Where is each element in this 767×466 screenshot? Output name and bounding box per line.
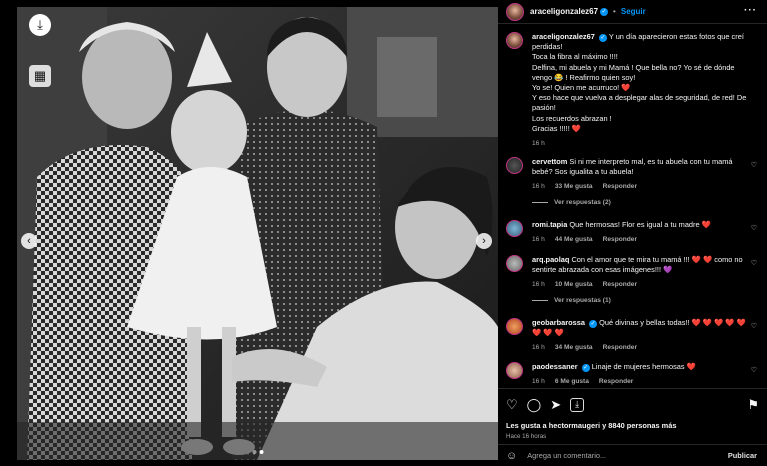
- action-bar: ♡ ◯ ➤ ⤓ ⚑ Les gusta a hectormaugeri y 88…: [498, 388, 767, 440]
- reply-button[interactable]: Responder: [603, 183, 637, 190]
- comment-text: Linaje de mujeres hermosas ❤️: [591, 362, 696, 371]
- avatar[interactable]: [506, 255, 523, 272]
- comment-time: 16 h: [532, 236, 545, 244]
- reply-button[interactable]: Responder: [603, 344, 637, 351]
- heart-icon[interactable]: ♡: [751, 224, 757, 234]
- family-photo-image: [17, 7, 498, 460]
- reply-button[interactable]: Responder: [599, 378, 633, 385]
- comment-time: 16 h: [532, 378, 545, 386]
- emoji-icon[interactable]: ☺: [506, 450, 517, 462]
- carousel-dot: [252, 450, 256, 454]
- heart-icon[interactable]: ♡: [751, 322, 757, 332]
- comment-time: 16 h: [532, 281, 545, 289]
- view-replies-button[interactable]: Ver respuestas (2): [532, 199, 611, 206]
- comment-likes[interactable]: 34 Me gusta: [555, 344, 593, 351]
- bookmark-icon[interactable]: ⚑: [747, 397, 759, 413]
- comment-time: 16 h: [532, 183, 545, 191]
- caption-line: Y eso hace que vuelva a desplegar alas d…: [532, 93, 747, 113]
- comment: arq.paolaq Con el amor que te mira tu ma…: [506, 255, 761, 291]
- caption-line: Gracias !!!!! ❤️: [532, 123, 582, 133]
- caption-time: 16 h: [532, 140, 545, 148]
- caption-line: Toca la fibra al máximo !!!!: [532, 52, 618, 62]
- more-options-icon[interactable]: ···: [744, 5, 757, 16]
- caption-line: Delfina, mi abuela y mi Mamá ! Que bella…: [532, 62, 735, 82]
- reply-button[interactable]: Responder: [603, 281, 637, 288]
- caption-line: Los recuerdos abrazan !: [532, 113, 612, 123]
- follow-button[interactable]: Seguir: [621, 7, 646, 16]
- publish-button[interactable]: Publicar: [728, 451, 757, 460]
- post-time: Hace 16 horas: [506, 433, 547, 440]
- comment: paodessaner ✓ Linaje de mujeres hermosas…: [506, 362, 761, 386]
- comment: romi.tapia Que hermosas! Flor es igual a…: [506, 220, 761, 245]
- heart-icon[interactable]: ♡: [751, 161, 757, 171]
- caption-line: Yo se! Quien me acurruco! ❤️: [532, 83, 631, 93]
- comment-username[interactable]: paodessaner: [532, 362, 578, 371]
- add-comment-bar: ☺ Agrega un comentario... Publicar: [498, 444, 767, 466]
- separator-dot: •: [613, 7, 616, 16]
- comment-username[interactable]: romi.tapia: [532, 220, 567, 229]
- avatar[interactable]: [506, 362, 523, 379]
- likes-count[interactable]: Les gusta a hectormaugeri y 8840 persona…: [506, 421, 759, 430]
- comment-icon[interactable]: ◯: [527, 397, 542, 413]
- caption-username[interactable]: araceligonzalez67: [532, 32, 595, 41]
- chevron-right-icon[interactable]: ›: [476, 233, 492, 249]
- post-side-panel: araceligonzalez67 ✓ • Seguir ··· araceli…: [498, 0, 767, 466]
- download-icon[interactable]: ⤓: [29, 14, 51, 36]
- comment-input[interactable]: Agrega un comentario...: [527, 451, 606, 460]
- comment: cervettom Si ni me interpreto mal, es tu…: [506, 157, 761, 193]
- comment-username[interactable]: cervettom: [532, 157, 567, 166]
- avatar[interactable]: [506, 32, 523, 49]
- heart-icon[interactable]: ♡: [506, 397, 518, 413]
- verified-icon: ✓: [600, 7, 609, 16]
- chevron-left-icon[interactable]: ‹: [21, 233, 37, 249]
- comment-likes[interactable]: 10 Me gusta: [555, 281, 593, 288]
- comment-text: Que hermosas! Flor es igual a tu madre ❤…: [569, 220, 711, 229]
- post-photo[interactable]: ⤓ ▦ ‹ ›: [17, 7, 498, 460]
- comment-likes[interactable]: 6 Me gusta: [555, 378, 589, 385]
- send-icon[interactable]: ➤: [550, 397, 561, 413]
- carousel-dots: [252, 450, 263, 454]
- download-icon[interactable]: ⤓: [570, 398, 585, 412]
- comment-likes[interactable]: 33 Me gusta: [555, 183, 593, 190]
- caption: araceligonzalez67 ✓ Y un día aparecieron…: [506, 32, 761, 149]
- heart-icon[interactable]: ♡: [751, 366, 757, 376]
- comment-username[interactable]: geobarbarossa: [532, 318, 585, 327]
- carousel-dot-active: [259, 450, 263, 454]
- verified-icon: ✓: [581, 364, 590, 372]
- verified-icon: ✓: [598, 34, 607, 42]
- post-header: araceligonzalez67 ✓ • Seguir ···: [498, 0, 767, 24]
- reply-button[interactable]: Responder: [603, 236, 637, 243]
- comment-username[interactable]: arq.paolaq: [532, 255, 569, 264]
- comment-time: 16 h: [532, 344, 545, 352]
- avatar[interactable]: [506, 318, 523, 335]
- comment: geobarbarossa ✓ Qué divinas y bellas tod…: [506, 318, 761, 354]
- avatar[interactable]: [506, 157, 523, 174]
- comments-list[interactable]: araceligonzalez67 ✓ Y un día aparecieron…: [498, 26, 767, 386]
- avatar[interactable]: [506, 2, 524, 21]
- comment-likes[interactable]: 44 Me gusta: [555, 236, 593, 243]
- heart-icon[interactable]: ♡: [751, 259, 757, 269]
- header-username[interactable]: araceligonzalez67: [530, 7, 598, 16]
- view-replies-button[interactable]: Ver respuestas (1): [532, 297, 611, 304]
- grid-icon[interactable]: ▦: [29, 65, 51, 87]
- avatar[interactable]: [506, 220, 523, 237]
- verified-icon: ✓: [589, 320, 598, 328]
